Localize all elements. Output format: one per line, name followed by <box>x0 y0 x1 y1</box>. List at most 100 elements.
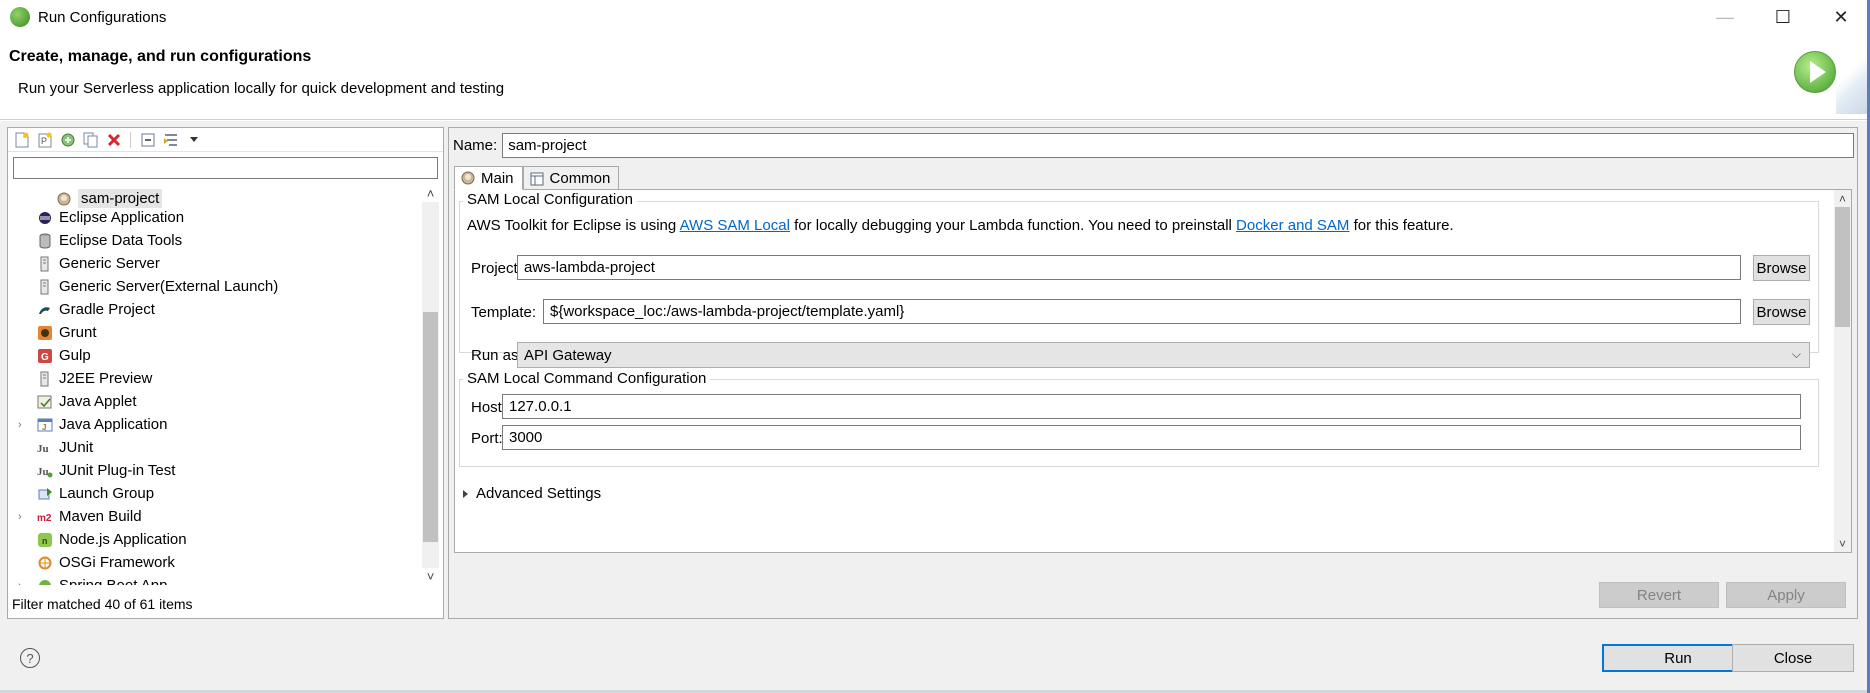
name-row: Name: sam-project <box>453 133 1855 158</box>
tree-item-j2ee-preview[interactable]: J2EE Preview <box>37 367 152 390</box>
configuration-editor: Name: sam-project Main Common SAM Local … <box>448 127 1858 619</box>
name-label: Name: <box>453 137 498 154</box>
collapse-all-icon[interactable] <box>139 131 156 148</box>
close-window-button[interactable]: ✕ <box>1812 0 1870 34</box>
duplicate-icon[interactable] <box>82 131 99 148</box>
tab-common-label: Common <box>549 170 611 187</box>
host-input[interactable]: 127.0.0.1 <box>502 394 1801 419</box>
filter-icon[interactable] <box>162 131 179 148</box>
tree-item-label: Generic Server(External Launch) <box>59 278 279 295</box>
template-label: Template: <box>471 304 537 321</box>
scroll-thumb[interactable] <box>423 312 438 542</box>
tree-item-label: Node.js Application <box>59 531 187 548</box>
minimize-button[interactable]: — <box>1696 0 1754 34</box>
grunt-icon <box>37 325 53 341</box>
tab-main[interactable]: Main <box>454 166 523 190</box>
new-config-icon[interactable] <box>13 131 30 148</box>
tree-item-gradle-project[interactable]: Gradle Project <box>37 298 155 321</box>
tree-item-label: Grunt <box>59 324 97 341</box>
new-prototype-icon[interactable]: P <box>36 131 53 148</box>
applet-icon <box>37 394 53 410</box>
filter-input[interactable] <box>14 158 437 178</box>
gulp-icon: G <box>37 348 53 364</box>
port-input[interactable]: 3000 <box>502 425 1801 450</box>
run-as-value: API Gateway <box>524 346 612 364</box>
expand-arrow-icon[interactable]: › <box>18 511 28 523</box>
tree-item-java-applet[interactable]: Java Applet <box>37 390 137 413</box>
close-button[interactable]: Close <box>1732 644 1854 672</box>
tree-item-java-application[interactable]: › J Java Application <box>18 413 168 436</box>
svg-text:J: J <box>42 423 46 432</box>
window-title: Run Configurations <box>38 8 167 26</box>
database-icon <box>37 233 53 249</box>
eclipse-icon <box>37 210 53 226</box>
project-browse-button[interactable]: Browse <box>1753 255 1810 281</box>
dropdown-icon[interactable] <box>185 131 202 148</box>
scroll-down-icon[interactable]: ˅ <box>422 568 439 585</box>
tree-item-osgi-framework[interactable]: OSGi Framework <box>37 551 175 574</box>
project-input[interactable]: aws-lambda-project <box>517 255 1741 280</box>
tree-item-launch-group[interactable]: Launch Group <box>37 482 154 505</box>
window-controls: — ☐ ✕ <box>1696 0 1870 34</box>
tree-item-label: Java Application <box>59 416 168 433</box>
tree-item-gulp[interactable]: G Gulp <box>37 344 91 367</box>
title-bar: Run Configurations — ☐ ✕ <box>0 0 1870 34</box>
scroll-up-icon[interactable]: ˄ <box>422 185 439 202</box>
gradle-icon <box>37 302 53 318</box>
apply-button[interactable]: Apply <box>1726 582 1846 608</box>
tree-item-label: Generic Server <box>59 255 160 272</box>
svg-text:m2: m2 <box>37 513 52 524</box>
tree-item-grunt[interactable]: Grunt <box>37 321 97 344</box>
maven-icon: m2 <box>37 509 53 525</box>
expand-arrow-icon[interactable]: › <box>18 419 28 431</box>
aws-sam-local-link[interactable]: AWS SAM Local <box>680 217 790 234</box>
sam-command-config-title: SAM Local Command Configuration <box>463 370 711 387</box>
name-input[interactable]: sam-project <box>502 133 1855 158</box>
nodejs-icon: n <box>37 532 53 548</box>
toolbar-separator <box>130 131 131 148</box>
common-tab-icon <box>529 171 545 187</box>
revert-button[interactable]: Revert <box>1599 582 1719 608</box>
scroll-thumb[interactable] <box>1835 207 1850 327</box>
template-browse-button[interactable]: Browse <box>1753 299 1810 325</box>
spring-icon <box>37 578 53 585</box>
tree-item-generic-server-external[interactable]: Generic Server(External Launch) <box>37 275 278 298</box>
tree-item-maven-build[interactable]: › m2 Maven Build <box>18 505 142 528</box>
tree-item-nodejs-application[interactable]: n Node.js Application <box>37 528 187 551</box>
expand-arrow-icon[interactable]: › <box>18 580 28 586</box>
header-description: Run your Serverless application locally … <box>18 80 505 97</box>
scroll-up-icon[interactable]: ˄ <box>1834 190 1851 207</box>
content-scrollbar[interactable]: ˄ ˅ <box>1834 190 1851 552</box>
sam-info-prefix: AWS Toolkit for Eclipse is using <box>467 217 680 234</box>
scroll-down-icon[interactable]: ˅ <box>1834 535 1851 552</box>
docker-and-sam-link[interactable]: Docker and SAM <box>1236 217 1349 234</box>
svg-text:n: n <box>42 536 48 546</box>
run-banner-icon <box>1794 51 1836 93</box>
eclipse-app-icon <box>10 7 30 27</box>
tab-common[interactable]: Common <box>522 166 620 190</box>
delete-icon[interactable] <box>105 131 122 148</box>
template-input[interactable]: ${workspace_loc:/aws-lambda-project/temp… <box>543 299 1741 324</box>
tree-item-eclipse-application[interactable]: Eclipse Application <box>37 206 184 229</box>
help-icon[interactable]: ? <box>20 648 40 668</box>
tree-item-label: JUnit Plug-in Test <box>59 462 176 479</box>
tree-scrollbar[interactable]: ˄ ˅ <box>422 185 439 585</box>
tree-item-label: Eclipse Application <box>59 209 185 226</box>
export-icon[interactable] <box>59 131 76 148</box>
tree-item-label: OSGi Framework <box>59 554 175 571</box>
dialog-header: Create, manage, and run configurations R… <box>0 34 1870 120</box>
filter-input-box[interactable] <box>13 157 438 179</box>
tree-item-spring-boot-app[interactable]: › Spring Boot App <box>18 574 167 585</box>
tree-item-junit-plugin-test[interactable]: Ju JUnit Plug-in Test <box>37 459 175 482</box>
tree-item-junit[interactable]: Ju JUnit <box>37 436 93 459</box>
tab-main-label: Main <box>481 169 514 187</box>
run-as-select[interactable]: API Gateway ⌵ <box>517 342 1810 368</box>
configurations-toolbar: P <box>8 128 443 152</box>
scroll-track[interactable] <box>422 202 439 568</box>
maximize-button[interactable]: ☐ <box>1754 0 1812 34</box>
svg-text:Ju: Ju <box>37 466 49 478</box>
tree-item-generic-server[interactable]: Generic Server <box>37 252 160 275</box>
sam-info-text: AWS Toolkit for Eclipse is using AWS SAM… <box>467 217 1454 234</box>
advanced-settings-toggle[interactable]: Advanced Settings <box>463 485 601 502</box>
tree-item-eclipse-data-tools[interactable]: Eclipse Data Tools <box>37 229 182 252</box>
